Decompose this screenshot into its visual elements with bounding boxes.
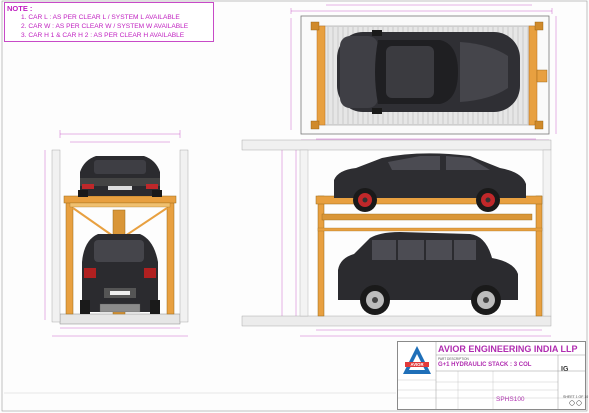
drawing-sheet: NOTE : 1. CAR L : AS PER CLEAR L / SYSTE… [0,0,589,413]
side-view [241,138,552,337]
car-front-lower [80,234,160,314]
title-block: AVIOR AVIOR ENGINEERING INDIA LLP PART D… [397,341,588,410]
car-top-view [337,30,520,114]
title-block-grid [398,342,585,409]
front-view [44,130,189,337]
top-view [290,4,557,141]
car-front-upper [78,156,162,197]
car-side-lower [338,232,518,315]
